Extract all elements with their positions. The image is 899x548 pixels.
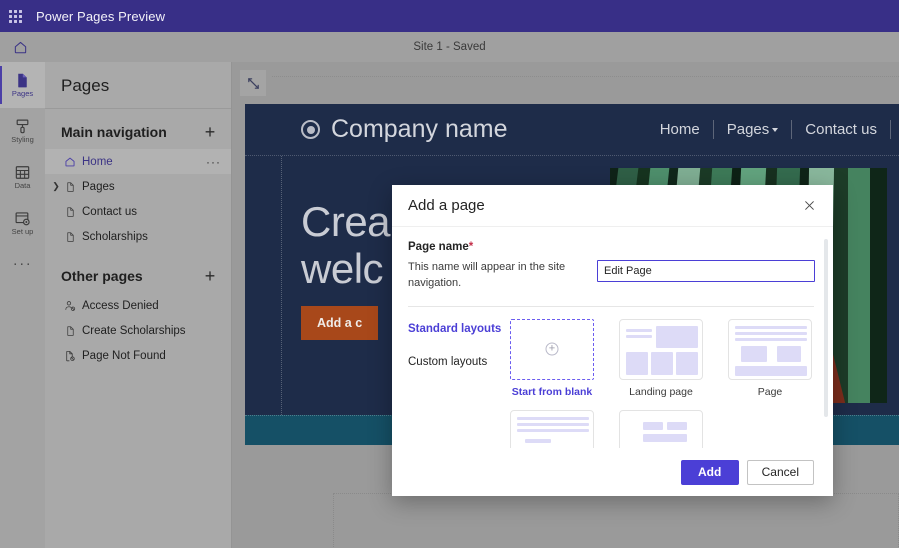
cancel-button[interactable]: Cancel [746,459,814,485]
dialog-title: Add a page [408,197,485,214]
close-icon[interactable] [797,194,821,218]
dialog-body: Page name* This name will appear in the … [392,227,833,448]
page-name-label: Page name* [408,241,815,253]
layout-thumbnail-text-rows [510,409,594,448]
dialog-header: Add a page [392,185,833,227]
tab-standard-layouts[interactable]: Standard layouts [408,321,510,337]
required-marker: * [468,241,474,253]
layout-option-text-rows[interactable] [510,409,594,448]
layout-thumbnail-page [728,318,812,380]
layout-grid: + Start from blank Landing page Page [510,318,815,448]
layout-label: Start from blank [511,385,593,398]
add-page-dialog: Add a page Page name* This name will app… [392,185,833,496]
layout-thumbnail-blank: + [510,318,594,380]
layout-option-start-from-blank[interactable]: + Start from blank [510,318,594,398]
page-name-field-row: This name will appear in the site naviga… [408,260,815,292]
page-name-label-text: Page name [408,241,469,253]
layout-option-cards[interactable] [619,409,703,448]
dialog-divider [408,305,814,307]
page-name-description: This name will appear in the site naviga… [408,261,566,289]
layout-thumbnail-cards [619,409,703,448]
layout-thumbnail-landing [619,318,703,380]
layout-tabs: Standard layouts Custom layouts [408,319,510,448]
layout-option-landing-page[interactable]: Landing page [619,318,703,398]
page-name-input[interactable] [597,260,815,282]
layout-label: Page [757,385,783,398]
layouts-section: Standard layouts Custom layouts + Start … [408,318,815,448]
app-root: Power Pages Preview Site 1 - Saved Pages… [0,0,899,548]
add-button[interactable]: Add [680,459,739,485]
layout-label: Landing page [629,385,693,398]
dialog-scrollbar[interactable] [824,239,828,417]
dialog-footer: Add Cancel [392,448,833,496]
tab-custom-layouts[interactable]: Custom layouts [408,354,510,370]
plus-circle-icon: + [545,342,559,356]
layout-option-page[interactable]: Page [728,318,812,398]
